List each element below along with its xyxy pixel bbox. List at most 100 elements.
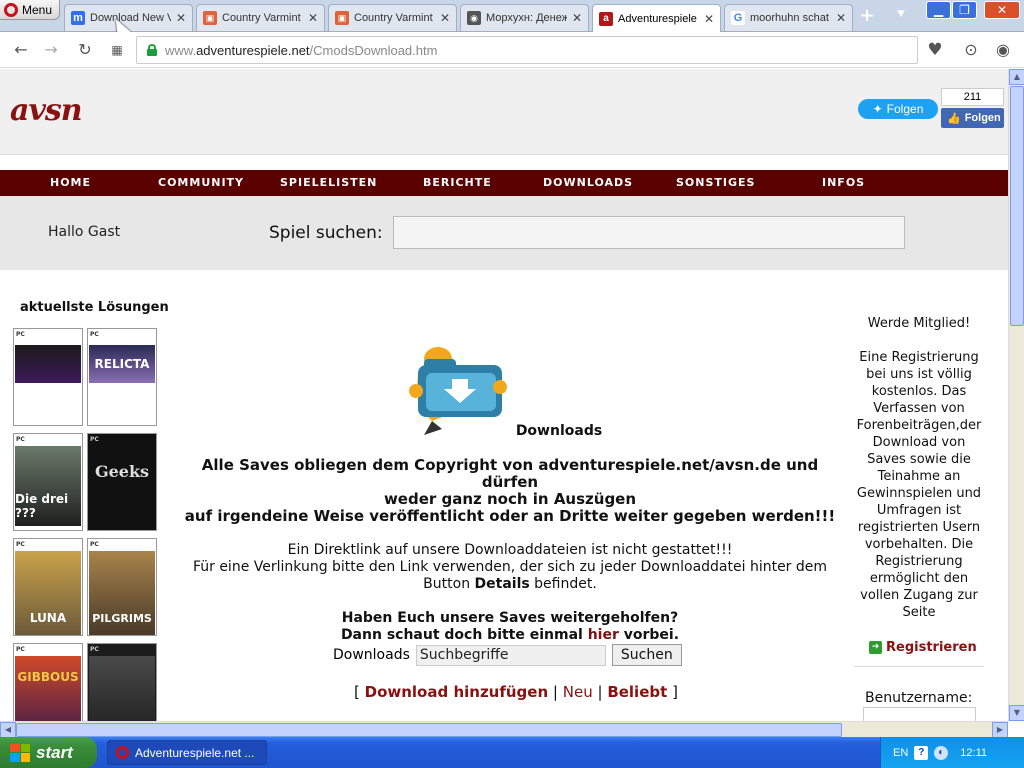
downloads-search-button[interactable]: Suchen (611, 644, 682, 666)
tab-adventurespiele[interactable]: a Adventurespiele ✕ (592, 4, 721, 32)
pc-badge: PC (90, 646, 99, 653)
copyright-line-3: auf irgendeine Weise veröffentlicht oder… (184, 507, 836, 525)
tab-close-icon[interactable]: ✕ (308, 11, 318, 25)
nav-infos[interactable]: INFOS (822, 170, 865, 196)
tab-favicon-icon: m (71, 11, 85, 25)
nav-home[interactable]: HOME (50, 170, 91, 196)
address-bar-row: ← → ↻ ▦ www.adventurespiele.net/CmodsDow… (0, 32, 1024, 68)
nav-downloads[interactable]: DOWNLOADS (543, 170, 633, 196)
popular-link[interactable]: Beliebt (607, 683, 667, 701)
thumbs-up-icon: 👍 (947, 112, 961, 125)
solution-thumb[interactable]: PC Geeks (87, 433, 157, 531)
solution-thumb[interactable]: PC (13, 328, 83, 426)
help-text: Dann schaut doch bitte einmal (340, 627, 588, 643)
copyright-line-1: Alle Saves obliegen dem Copyright von ad… (201, 456, 819, 491)
account-icon[interactable]: ◉ (994, 41, 1012, 59)
add-download-link[interactable]: Download hinzufügen (365, 683, 549, 701)
pc-badge: PC (16, 436, 25, 443)
thumb-art (15, 345, 81, 383)
solution-thumb[interactable]: PC LUNA (13, 538, 83, 636)
game-search-input[interactable] (393, 216, 905, 249)
tab-download-new[interactable]: m Download New V ✕ (64, 4, 193, 31)
downloads-content: Downloads Alle Saves obliegen dem Copyri… (180, 423, 840, 644)
tab-label: Морхухн: Денежн (486, 12, 567, 24)
opera-menu-button[interactable]: Menu (0, 0, 60, 20)
solution-thumb[interactable]: PC PILGRIMS (87, 538, 157, 636)
help-text: vorbei. (618, 627, 680, 643)
tab-moorhuhn-google[interactable]: G moorhuhn schat ✕ (724, 4, 853, 31)
tab-label: Download New V (90, 12, 171, 24)
divider (854, 666, 984, 667)
tab-favicon-icon: ◉ (467, 11, 481, 25)
tab-country-varmint-2[interactable]: ▣ Country Varmint ✕ (328, 4, 457, 31)
latest-solutions-title: aktuellste Lösungen (20, 300, 169, 315)
new-tab-button[interactable]: + (858, 7, 876, 25)
copyright-line-2: weder ganz noch in Auszügen (383, 490, 637, 508)
link-note-part: Button (423, 576, 475, 592)
tab-bar: Menu m Download New V ✕ ▣ Country Varmin… (0, 0, 1024, 32)
menu-label: Menu (22, 2, 53, 17)
site-logo[interactable]: avsn (10, 93, 83, 128)
help-icon[interactable]: ? (914, 745, 929, 760)
nav-community[interactable]: COMMUNITY (158, 170, 244, 196)
register-arrow-icon: ➜ (869, 641, 882, 654)
hier-link[interactable]: hier (588, 627, 619, 643)
solution-thumb[interactable]: PC (87, 643, 157, 721)
new-link[interactable]: Neu (563, 683, 593, 701)
main-nav: HOME COMMUNITY SPIELELISTEN BERICHTE DOW… (0, 170, 1008, 196)
start-button[interactable]: start (0, 737, 97, 768)
scroll-left-icon[interactable]: ◀ (0, 722, 16, 738)
game-search-label: Spiel suchen: (269, 223, 383, 243)
downloads-search-label: Downloads (333, 647, 410, 663)
solution-thumb[interactable]: PC GIBBOUS (13, 643, 83, 721)
twitter-bird-icon: ✦ (872, 102, 883, 116)
solution-thumb[interactable]: PC Die drei ??? (13, 433, 83, 531)
url-domain: adventurespiele.net (196, 42, 310, 58)
language-indicator[interactable]: EN (893, 747, 908, 759)
twitter-follow-button[interactable]: ✦ Folgen (858, 99, 938, 119)
scroll-down-icon[interactable]: ▼ (1009, 705, 1024, 721)
reload-icon[interactable]: ↻ (76, 41, 94, 59)
link-note: Für eine Verlinkung bitte den Link verwe… (192, 559, 828, 575)
tab-close-icon[interactable]: ✕ (440, 11, 450, 25)
tab-close-icon[interactable]: ✕ (572, 11, 582, 25)
tab-close-icon[interactable]: ✕ (704, 12, 714, 26)
horizontal-scroll-thumb[interactable] (16, 723, 842, 737)
back-icon[interactable]: ← (12, 41, 30, 59)
nav-sonstiges[interactable]: SONSTIGES (676, 170, 755, 196)
vertical-scroll-thumb[interactable] (1010, 86, 1024, 326)
facebook-count: 211 (941, 88, 1004, 106)
tab-close-icon[interactable]: ✕ (836, 11, 846, 25)
speed-dial-icon[interactable]: ▦ (108, 41, 126, 59)
site-header: avsn ✦ Folgen 211 👍 Folgen (0, 69, 1008, 155)
taskbar-window-opera[interactable]: Adventurespiele.net ... (107, 740, 267, 765)
tab-close-icon[interactable]: ✕ (176, 11, 186, 25)
tab-menu-icon[interactable]: ⯆ (892, 8, 910, 24)
nav-spielelisten[interactable]: SPIELELISTEN (280, 170, 377, 196)
scroll-up-icon[interactable]: ▲ (1009, 69, 1024, 85)
heart-icon[interactable]: ♥ (926, 41, 944, 59)
tab-country-varmint-1[interactable]: ▣ Country Varmint ✕ (196, 4, 325, 31)
thumb-art (89, 656, 155, 721)
tab-moorhuhn-ru[interactable]: ◉ Морхухн: Денежн ✕ (460, 4, 589, 31)
solution-thumb[interactable]: PC RELICTA (87, 328, 157, 426)
nav-berichte[interactable]: BERICHTE (423, 170, 492, 196)
minimize-button[interactable]: ▁ (926, 1, 951, 19)
facebook-follow-button[interactable]: 👍 Folgen (941, 108, 1004, 128)
membership-box: Werde Mitglied! Eine Registrierung bei u… (856, 315, 982, 621)
scroll-right-icon[interactable]: ▶ (992, 722, 1008, 738)
greeting: Hallo Gast (48, 224, 121, 240)
vertical-scrollbar[interactable]: ▲ ▼ (1008, 69, 1024, 721)
network-icon[interactable]: ◐ (934, 745, 949, 760)
tab-label: Adventurespiele (618, 12, 697, 25)
username-input[interactable] (863, 707, 976, 721)
downloads-search-input[interactable]: Suchbegriffe (415, 644, 606, 666)
url-input[interactable]: www.adventurespiele.net/CmodsDownload.ht… (136, 36, 918, 64)
tab-favicon-icon: a (599, 11, 613, 26)
maximize-button[interactable]: ❐ (952, 1, 977, 19)
register-link[interactable]: ➜ Registrieren (869, 640, 977, 655)
forward-icon[interactable]: → (42, 41, 60, 59)
close-window-button[interactable]: ✕ (984, 1, 1020, 19)
horizontal-scrollbar[interactable]: ◀ ▶ (0, 721, 1008, 738)
download-icon[interactable]: ⊙ (962, 41, 980, 59)
